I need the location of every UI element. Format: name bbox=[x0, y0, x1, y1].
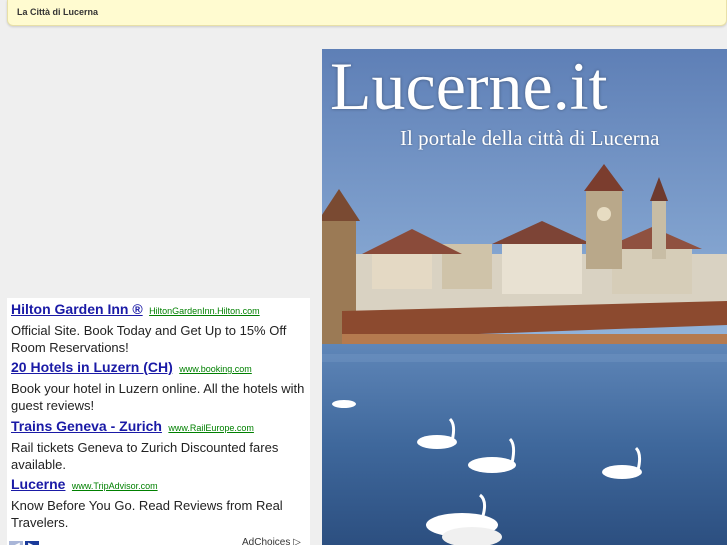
ad-url-link[interactable]: www.RailEurope.com bbox=[168, 423, 254, 433]
hero-subtitle: Il portale della città di Lucerna bbox=[400, 126, 660, 150]
ad-description: Know Before You Go. Read Reviews from Re… bbox=[11, 498, 283, 530]
ad-item: Trains Geneva - Zurich www.RailEurope.co… bbox=[11, 418, 307, 473]
chevron-right-icon[interactable]: ▶ bbox=[25, 541, 39, 545]
ad-item: 20 Hotels in Luzern (CH) www.booking.com… bbox=[11, 359, 307, 414]
ad-title-link[interactable]: Trains Geneva - Zurich bbox=[11, 418, 162, 434]
ad-title-link[interactable]: Lucerne bbox=[11, 476, 65, 492]
ad-title-link[interactable]: 20 Hotels in Luzern (CH) bbox=[11, 359, 173, 375]
ad-url-link[interactable]: www.TripAdvisor.com bbox=[72, 481, 158, 491]
hero-banner: Lucerne.it Il portale della città di Luc… bbox=[322, 49, 727, 545]
chevron-left-icon[interactable]: ◀ bbox=[9, 541, 23, 545]
ad-url-link[interactable]: www.booking.com bbox=[179, 364, 252, 374]
ad-navigation: ◀▶ bbox=[9, 536, 41, 545]
ad-title-link[interactable]: Hilton Garden Inn ® bbox=[11, 301, 143, 317]
ad-description: Book your hotel in Luzern online. All th… bbox=[11, 381, 305, 413]
ad-panel: Hilton Garden Inn ® HiltonGardenInn.Hilt… bbox=[7, 298, 310, 545]
adchoices-link[interactable]: AdChoices ▷ bbox=[242, 537, 301, 545]
ad-item: Hilton Garden Inn ® HiltonGardenInn.Hilt… bbox=[11, 301, 307, 356]
hero-title: Lucerne.it bbox=[330, 49, 608, 124]
ad-item: Lucerne www.TripAdvisor.com Know Before … bbox=[11, 476, 307, 531]
ad-description: Rail tickets Geneva to Zurich Discounted… bbox=[11, 440, 279, 472]
adchoices-label: AdChoices bbox=[242, 537, 291, 545]
site-title[interactable]: La Città di Lucerna bbox=[17, 7, 98, 17]
ad-description: Official Site. Book Today and Get Up to … bbox=[11, 323, 287, 355]
ad-url-link[interactable]: HiltonGardenInn.Hilton.com bbox=[149, 306, 260, 316]
adchoices-icon: ▷ bbox=[293, 537, 301, 545]
site-header-bar: La Città di Lucerna bbox=[7, 0, 727, 26]
